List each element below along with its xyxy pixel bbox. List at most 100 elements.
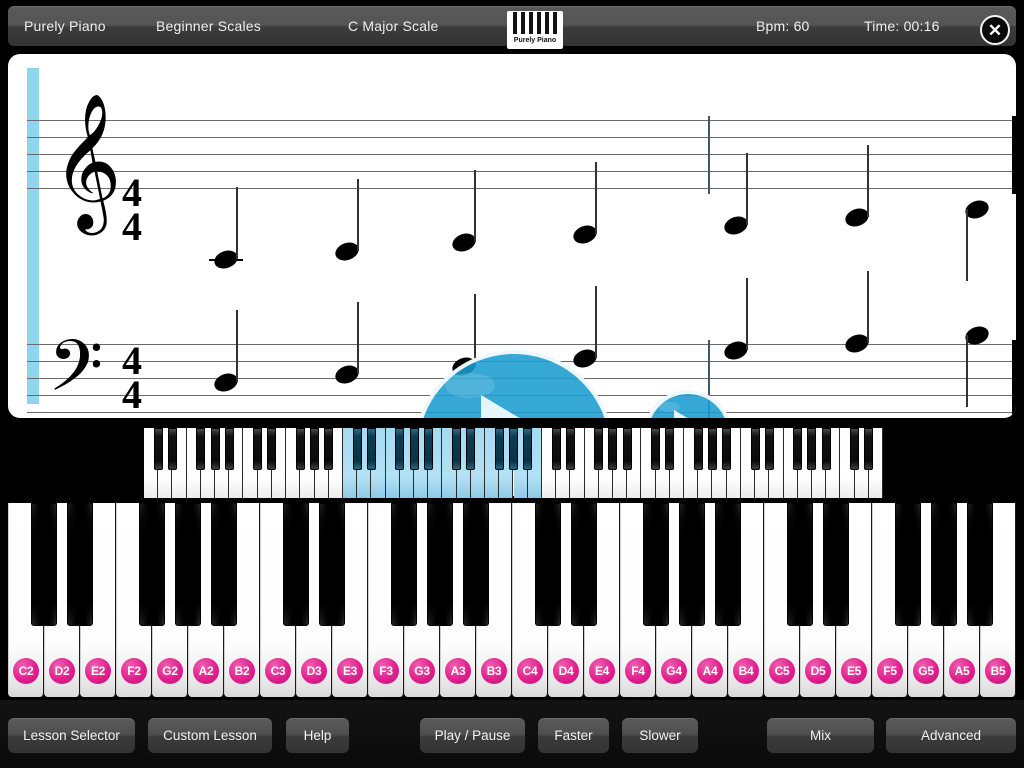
black-key[interactable] [283, 503, 309, 626]
mini-black-key[interactable] [807, 428, 817, 470]
note-label-B3: B3 [481, 658, 507, 684]
black-key[interactable] [535, 503, 561, 626]
mini-black-key[interactable] [551, 428, 561, 470]
mini-black-key[interactable] [864, 428, 874, 470]
note-label-F3: F3 [373, 658, 399, 684]
black-key[interactable] [895, 503, 921, 626]
logo-key [513, 12, 517, 34]
note-label-B2: B2 [229, 658, 255, 684]
toolbar-button-play-pause[interactable]: Play / Pause [420, 718, 525, 753]
black-key[interactable] [139, 503, 165, 626]
mini-black-key[interactable] [352, 428, 362, 470]
mini-black-key[interactable] [452, 428, 462, 470]
mini-black-key[interactable] [665, 428, 675, 470]
logo-key [537, 12, 541, 34]
black-key[interactable] [715, 503, 741, 626]
mini-black-key[interactable] [565, 428, 575, 470]
black-key[interactable] [391, 503, 417, 626]
mini-black-key[interactable] [466, 428, 476, 470]
bass-clef-icon: 𝄢 [48, 327, 104, 418]
mini-black-key[interactable] [523, 428, 533, 470]
black-key[interactable] [967, 503, 993, 626]
mini-black-key[interactable] [409, 428, 419, 470]
mini-black-key[interactable] [764, 428, 774, 470]
mini-black-key[interactable] [750, 428, 760, 470]
note-label-G3: G3 [409, 658, 435, 684]
note-label-G5: G5 [913, 658, 939, 684]
mini-black-key[interactable] [722, 428, 732, 470]
mini-black-key[interactable] [224, 428, 234, 470]
note-stem [746, 153, 748, 225]
toolbar-button-advanced[interactable]: Advanced [886, 718, 1016, 753]
mini-black-key[interactable] [693, 428, 703, 470]
mini-black-key[interactable] [167, 428, 177, 470]
close-icon[interactable]: ✕ [980, 15, 1010, 45]
course-title: Beginner Scales [156, 18, 261, 34]
toolbar-button-mix[interactable]: Mix [767, 718, 874, 753]
note-label-E3: E3 [337, 658, 363, 684]
mini-black-key[interactable] [324, 428, 334, 470]
mini-black-key[interactable] [608, 428, 618, 470]
note-stem [966, 335, 968, 407]
mini-black-key[interactable] [153, 428, 163, 470]
note-label-E5: E5 [841, 658, 867, 684]
black-key[interactable] [787, 503, 813, 626]
black-key[interactable] [31, 503, 57, 626]
note-label-C5: C5 [769, 658, 795, 684]
note-label-A4: A4 [697, 658, 723, 684]
mini-black-key[interactable] [850, 428, 860, 470]
note-stem [867, 145, 869, 217]
black-key[interactable] [319, 503, 345, 626]
black-key[interactable] [175, 503, 201, 626]
main-keyboard[interactable]: C2 D2 E2 F2 G2 A2 B2 C3 D3 E3 F3 G3 A3 B3 C4 D4 E4 F4 G4 A4… [8, 503, 1016, 697]
toolbar-button-custom-lesson[interactable]: Custom Lesson [148, 718, 272, 753]
black-key[interactable] [823, 503, 849, 626]
mini-black-key[interactable] [395, 428, 405, 470]
app-title: Purely Piano [24, 18, 106, 34]
mini-keyboard-overview[interactable] [143, 427, 883, 498]
note-stem [595, 286, 597, 358]
mini-black-key[interactable] [821, 428, 831, 470]
mini-black-key[interactable] [210, 428, 220, 470]
note-label-C4: C4 [517, 658, 543, 684]
mini-black-key[interactable] [253, 428, 263, 470]
mini-black-key[interactable] [366, 428, 376, 470]
toolbar-button-faster[interactable]: Faster [538, 718, 609, 753]
black-key[interactable] [211, 503, 237, 626]
black-key[interactable] [643, 503, 669, 626]
mini-black-key[interactable] [196, 428, 206, 470]
mini-black-key[interactable] [651, 428, 661, 470]
note-stem [474, 294, 476, 366]
mini-black-key[interactable] [707, 428, 717, 470]
toolbar-button-help[interactable]: Help [286, 718, 349, 753]
mini-black-key[interactable] [267, 428, 277, 470]
note-label-B4: B4 [733, 658, 759, 684]
mini-black-key[interactable] [310, 428, 320, 470]
black-key[interactable] [679, 503, 705, 626]
note-label-D2: D2 [49, 658, 75, 684]
sheet-music-panel[interactable]: 𝄞 𝄢 4 4 4 4 [8, 54, 1016, 418]
mini-black-key[interactable] [793, 428, 803, 470]
purely-piano-logo: Purely Piano [507, 11, 563, 49]
black-key[interactable] [67, 503, 93, 626]
mini-black-key[interactable] [509, 428, 518, 470]
time-signature-treble: 4 4 [118, 173, 146, 249]
black-key[interactable] [571, 503, 597, 626]
note-stem [357, 179, 359, 251]
mini-black-key[interactable] [594, 428, 604, 470]
black-key[interactable] [463, 503, 489, 626]
mini-black-key[interactable] [622, 428, 632, 470]
treble-clef-icon: 𝄞 [52, 95, 122, 227]
black-key[interactable] [931, 503, 957, 626]
mini-black-key[interactable] [494, 428, 504, 470]
mini-black-key[interactable] [295, 428, 305, 470]
black-key[interactable] [427, 503, 453, 626]
toolbar-button-lesson-selector[interactable]: Lesson Selector [8, 718, 135, 753]
logo-key [553, 12, 557, 34]
note-stem [595, 162, 597, 234]
toolbar-button-slower[interactable]: Slower [622, 718, 698, 753]
note-label-A5: A5 [949, 658, 975, 684]
time-sig-denominator: 4 [122, 204, 142, 249]
mini-black-key[interactable] [423, 428, 433, 470]
note-stem [236, 187, 238, 259]
